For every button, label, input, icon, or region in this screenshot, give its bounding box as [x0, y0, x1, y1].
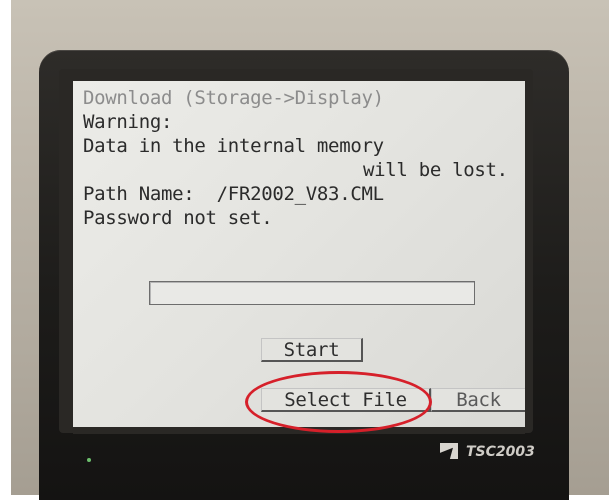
device-logo: TSC2003	[440, 442, 535, 462]
password-status: Password not set.	[83, 207, 273, 229]
warning-message-line2: will be lost.	[363, 159, 508, 181]
progress-bar	[149, 281, 475, 305]
start-button[interactable]: Start	[261, 338, 363, 362]
warning-message-line1: Data in the internal memory	[83, 135, 384, 157]
back-button[interactable]: Back	[431, 388, 525, 412]
power-led	[87, 458, 91, 462]
model-label: TSC2003	[466, 444, 535, 460]
warning-label: Warning:	[83, 111, 173, 133]
highlight-circle	[245, 371, 432, 433]
brand-icon	[440, 443, 458, 459]
screen-title: Download (Storage->Display)	[83, 87, 384, 109]
path-name: Path Name: /FR2002_V83.CML	[83, 183, 384, 205]
